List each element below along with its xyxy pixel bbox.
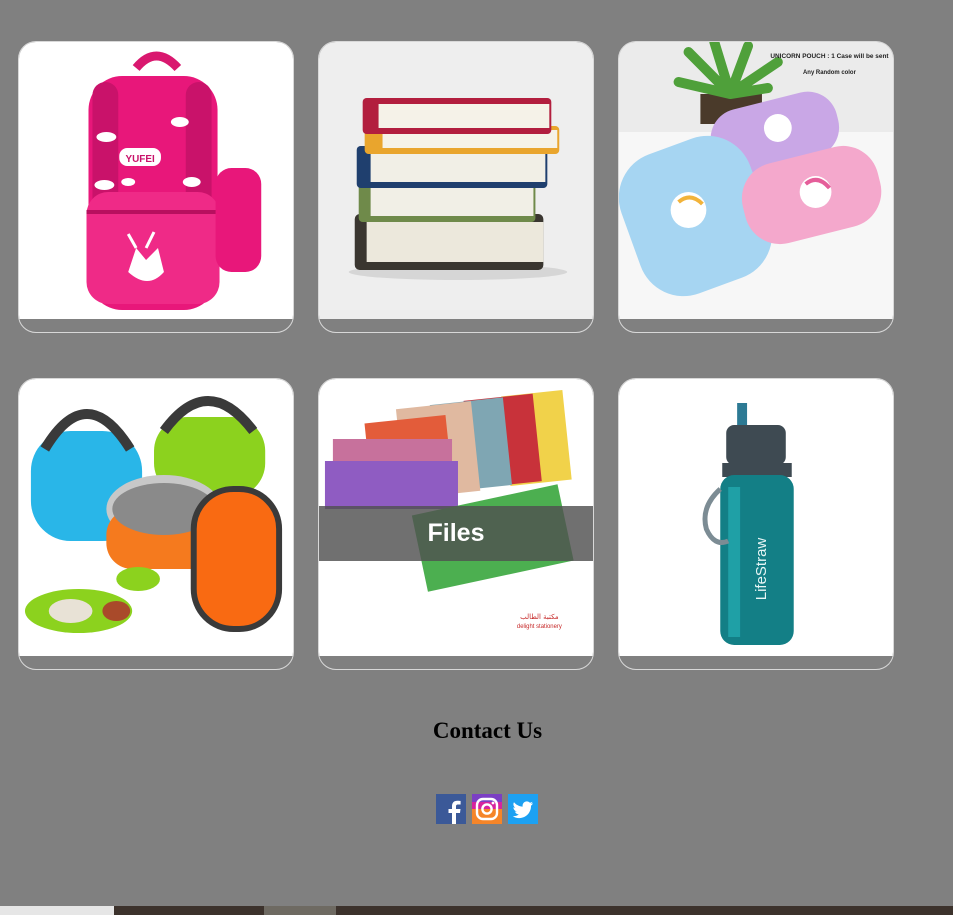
instagram-link[interactable] [472,794,502,824]
books-image [319,42,593,319]
water-bottle-image: LifeStraw [619,379,893,656]
pouch-subtitle-text: Any Random color [803,70,857,76]
instagram-icon [472,794,502,824]
bottle-brand-text: LifeStraw [753,538,770,601]
lunch-boxes-image [19,379,293,656]
files-brand-text: delight stationery [517,624,562,630]
backpack-brand-text: YUFEI [126,154,155,165]
product-card-water-bottle[interactable]: LifeStraw [618,378,894,670]
facebook-link[interactable] [436,794,466,824]
contact-us-heading: Contact Us [432,718,543,743]
files-label-overlay[interactable]: Files [319,506,593,561]
product-card-files[interactable]: مكتبة الطالب delight stationery Files [318,378,594,670]
bottom-image-strip [0,906,953,915]
twitter-icon [508,794,538,824]
backpack-image: YUFEI [19,42,293,319]
social-links [436,794,538,824]
facebook-icon [436,794,466,824]
pouch-title-text: UNICORN POUCH : 1 Case will be sent [770,53,889,60]
product-card-backpack[interactable]: YUFEI [18,41,294,333]
product-card-pencil-cases[interactable]: UNICORN POUCH : 1 Case will be sent Any … [618,41,894,333]
product-card-books[interactable] [318,41,594,333]
pencil-cases-image: UNICORN POUCH : 1 Case will be sent Any … [619,42,893,319]
product-card-lunch-boxes[interactable] [18,378,294,670]
twitter-link[interactable] [508,794,538,824]
files-arabic-text: مكتبة الطالب [520,613,559,621]
